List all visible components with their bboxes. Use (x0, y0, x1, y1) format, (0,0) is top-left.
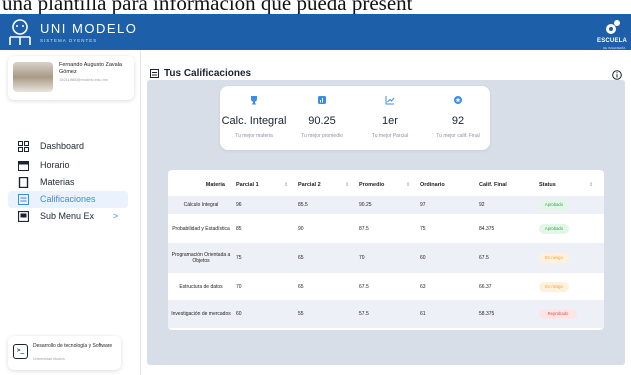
user-email: 15211988@modelo.edu.mx (59, 77, 108, 82)
status-badge: Reprobado (539, 309, 577, 319)
sort-icon[interactable]: ⇕ (284, 182, 288, 188)
column-header-materia: Materia (205, 182, 225, 188)
cell-materia: Cálculo Integral (183, 202, 219, 208)
cell-ordinario: 60 (420, 255, 426, 261)
footer-card[interactable]: >_ Desarrollo de tecnología y Software U… (8, 336, 121, 370)
cell-parcial2: 55 (298, 311, 304, 317)
cell-materia: Estructura de datos (179, 283, 223, 290)
sidebar-item-dashboard[interactable]: Dashboard (8, 138, 128, 155)
sidebar-item-label: Materias (40, 177, 75, 187)
cell-ordinario: 97 (420, 202, 426, 208)
column-header-ordinario: Ordinario (420, 182, 445, 188)
cell-parcial1: 75 (236, 255, 242, 261)
cell-calif-final: 84.375 (479, 225, 495, 232)
stat-value: 1er (382, 115, 398, 127)
cell-parcial2: 90 (298, 225, 304, 232)
stat-best-partial: 1er Tu mejor Parcial (356, 86, 424, 150)
sort-icon[interactable]: ⇕ (406, 182, 410, 188)
grades-icon (18, 194, 29, 205)
school-logo-text: ESCUELA (597, 38, 628, 44)
cell-promedio: 87.5 (359, 225, 369, 232)
cell-parcial1: 70 (236, 283, 242, 290)
cell-materia: Programación Orientada a Objetos (171, 252, 231, 264)
stat-best-subject: Calc. Integral Tu mejor materia (220, 86, 288, 150)
column-header-parcial1: Parcial 1 (236, 182, 259, 188)
stat-best-final: 92 Tu mejor calif. Final (424, 86, 492, 150)
cell-calif-final: 67.5 (479, 255, 489, 261)
avatar (13, 62, 53, 92)
footer-subtitle: Universidad Modelo (33, 357, 65, 361)
cell-parcial1: 60 (236, 311, 242, 317)
cell-calif-final: 66.37 (479, 283, 492, 290)
cell-materia: Probabilidad y Estadística (172, 225, 230, 232)
user-card[interactable]: Fernando Augusto Zavala Gómez 15211988@m… (8, 56, 134, 100)
cell-calif-final: 92 (479, 202, 485, 208)
cell-parcial2: 65 (298, 283, 304, 290)
calendar-icon (18, 161, 29, 171)
stat-label: Tu mejor promedio (301, 133, 343, 139)
grades-icon (150, 69, 159, 78)
cell-ordinario: 61 (420, 311, 426, 317)
sidebar-item-label: Dashboard (40, 141, 85, 151)
stats-card: Calc. Integral Tu mejor materia 90.25 Tu… (220, 86, 490, 150)
cell-promedio: 70 (359, 255, 365, 261)
status-badge: En riesgo (539, 281, 569, 292)
column-header-parcial2: Parcial 2 (298, 182, 321, 188)
trophy-icon (251, 96, 257, 105)
cell-parcial2: 65 (298, 255, 304, 261)
trend-icon (385, 96, 395, 105)
stat-label: Tu mejor calif. Final (436, 133, 480, 139)
cell-promedio: 67.5 (359, 283, 369, 290)
star-icon (454, 96, 462, 104)
sidebar-item-label: Sub Menu Ex (40, 211, 95, 221)
cell-parcial2: 85.5 (298, 202, 308, 208)
user-name: Fernando Augusto Zavala Gómez (59, 62, 122, 75)
dashboard-icon (18, 141, 29, 152)
status-badge: Aprobado (539, 200, 569, 210)
column-header-status: Status (539, 182, 556, 188)
terminal-icon: >_ (13, 344, 28, 359)
logo-icon (9, 19, 31, 45)
sort-icon[interactable]: ⇕ (345, 182, 349, 188)
chart-icon (318, 96, 326, 104)
footer-title: Desarrollo de tecnología y Software (33, 343, 113, 349)
info-icon[interactable] (612, 70, 622, 80)
sidebar-item-label: Horario (40, 160, 70, 170)
status-badge: Aprobado (539, 223, 569, 234)
stat-best-average: 90.25 Tu mejor promedio (288, 86, 356, 150)
top-bar: UNI MODELO SISTEMA OYENTES (0, 14, 631, 50)
stat-value: 90.25 (308, 115, 336, 127)
column-header-calif-final: Calif. Final (479, 182, 507, 188)
cell-parcial1: 96 (236, 202, 242, 208)
sidebar-item-label: Calificaciones (40, 194, 96, 204)
caption-text: una plantilla para información que pueda… (0, 0, 631, 14)
sidebar-item-calificaciones[interactable]: Calificaciones (8, 191, 128, 208)
stat-label: Tu mejor materia (235, 133, 273, 139)
stat-value: Calc. Integral (221, 115, 287, 127)
stat-label: Tu mejor Parcial (371, 133, 409, 139)
brand-name: UNI MODELO (40, 21, 138, 36)
sidebar-item-horario[interactable]: Horario (8, 157, 128, 174)
chevron-right-icon: > (113, 211, 119, 221)
sidebar-item-materias[interactable]: Materias (8, 174, 128, 191)
cell-parcial1: 85 (236, 225, 242, 232)
cell-promedio: 57.5 (359, 311, 369, 317)
cell-materia: Investigación de mercados (171, 311, 231, 317)
sort-icon[interactable]: ⇕ (589, 182, 593, 188)
sidebar-item-submenu[interactable]: Sub Menu Ex > (8, 208, 128, 225)
brand-subtitle: SISTEMA OYENTES (40, 38, 98, 43)
cell-calif-final: 58.375 (479, 311, 495, 317)
status-badge: En riesgo (539, 253, 569, 263)
page-title: Tus Calificaciones (164, 68, 252, 79)
cell-promedio: 90.25 (359, 202, 372, 208)
column-header-promedio: Promedio (359, 182, 385, 188)
submenu-icon (18, 211, 29, 222)
stat-value: 92 (451, 115, 465, 127)
book-icon (18, 177, 29, 188)
cell-ordinario: 63 (420, 283, 426, 290)
cell-ordinario: 75 (420, 225, 426, 232)
